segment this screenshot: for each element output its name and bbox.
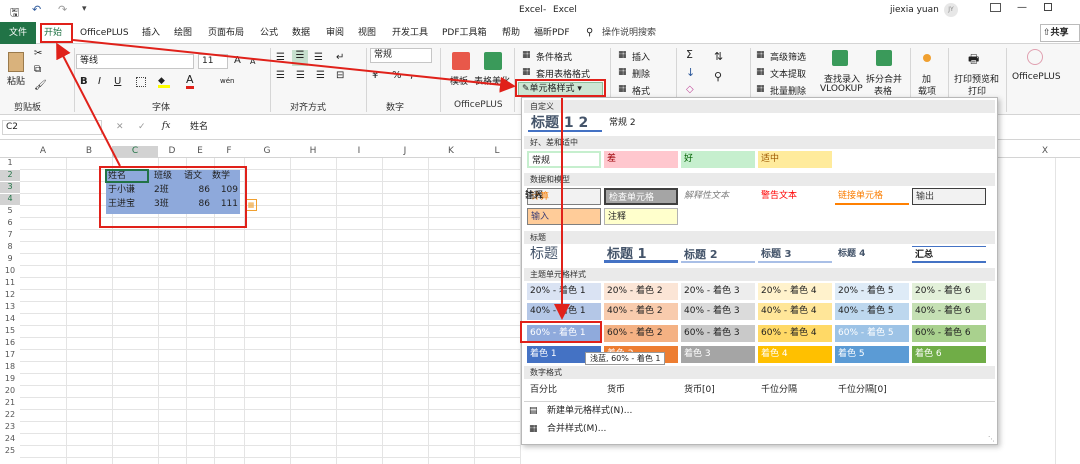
arrow-to-cell-styles [72, 39, 516, 93]
arrow-to-home [56, 42, 121, 167]
annotation-arrows [56, 39, 570, 320]
